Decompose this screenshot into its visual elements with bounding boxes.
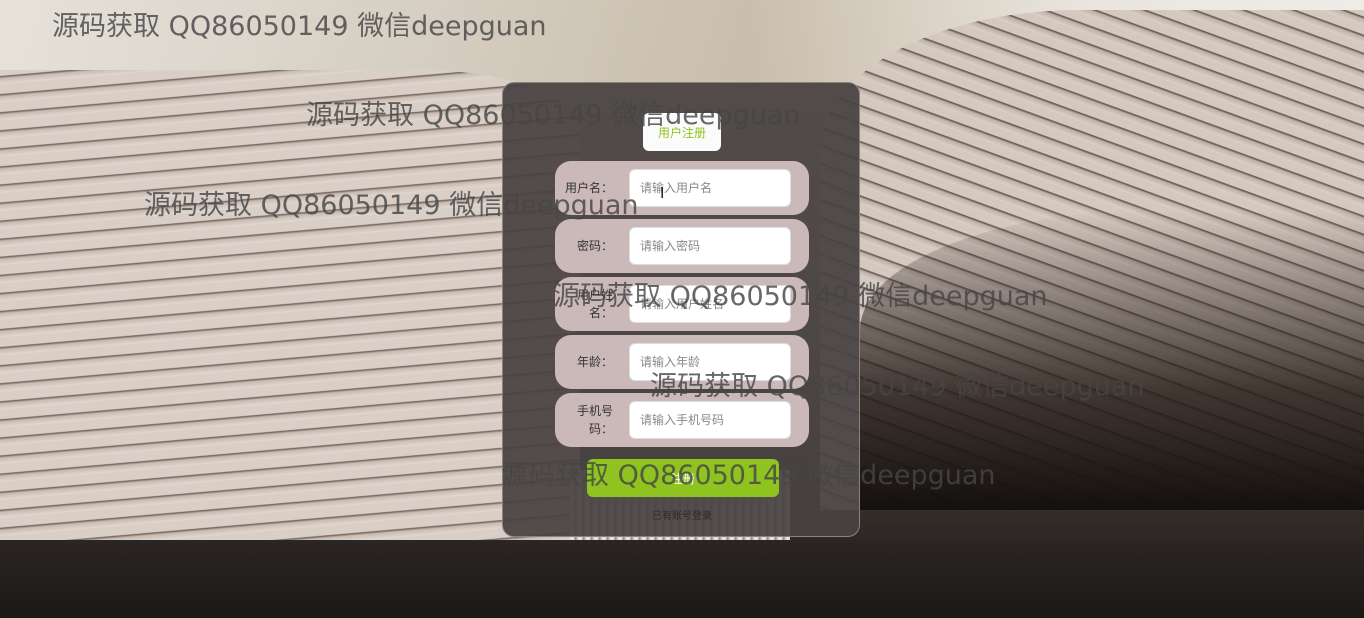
login-link[interactable]: 已有账号登录: [503, 507, 861, 522]
register-title: 用户注册: [643, 113, 721, 151]
username-row: 用户名：: [555, 161, 809, 215]
age-label: 年龄：: [576, 355, 613, 369]
age-row: 年龄：: [555, 335, 809, 389]
realname-row: 用户姓名：: [555, 277, 809, 331]
age-input[interactable]: [629, 343, 791, 381]
realname-input[interactable]: [629, 285, 791, 323]
password-input[interactable]: [629, 227, 791, 265]
username-label: 用户名：: [564, 181, 613, 195]
phone-row: 手机号码：: [555, 393, 809, 447]
phone-input[interactable]: [629, 401, 791, 439]
phone-label: 手机号码：: [576, 404, 613, 436]
book-left-pages: [0, 70, 580, 540]
username-input[interactable]: [629, 169, 791, 207]
password-row: 密码：: [555, 219, 809, 273]
text-cursor-icon: I: [660, 184, 665, 202]
realname-label: 用户姓名：: [576, 288, 613, 320]
register-button[interactable]: 注册: [587, 459, 779, 497]
register-panel: 用户注册 用户名： 密码： 用户姓名： 年龄： 手机号码： 注册 已有账号登录: [502, 82, 860, 537]
book-shadow: [860, 210, 1364, 510]
table-surface: [0, 540, 1364, 618]
password-label: 密码：: [576, 239, 613, 253]
